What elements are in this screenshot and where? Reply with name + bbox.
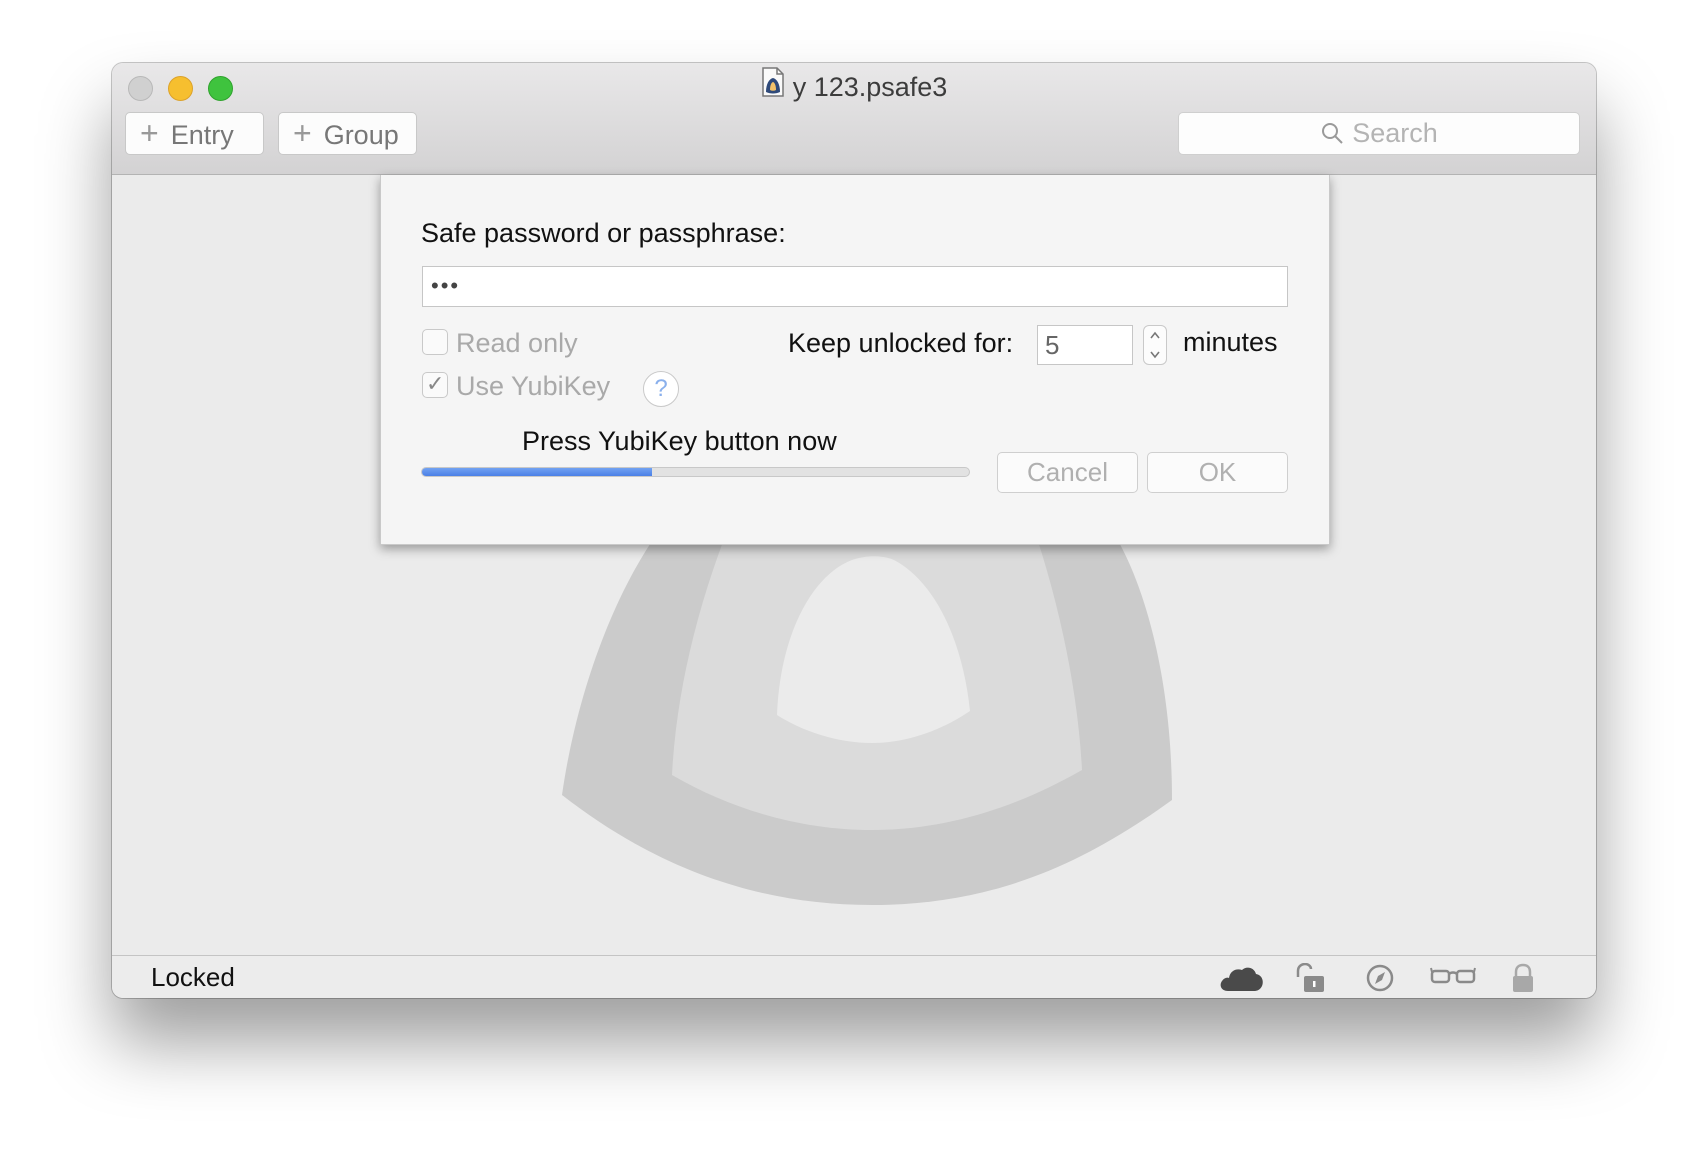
yubikey-progress-bar — [421, 467, 970, 477]
ok-button[interactable]: OK — [1147, 452, 1288, 493]
glasses-icon[interactable] — [1430, 963, 1476, 989]
search-placeholder: Search — [1352, 118, 1438, 148]
add-entry-button[interactable]: + Entry — [125, 112, 264, 155]
checkmark-icon: ✓ — [426, 371, 445, 396]
password-prompt: Safe password or passphrase: — [421, 218, 786, 248]
document-icon — [761, 67, 785, 106]
title-bar[interactable]: y 123.psafe3 + Entry + Group Search — [112, 63, 1596, 175]
app-window: y 123.psafe3 + Entry + Group Search Locked — [112, 63, 1596, 998]
use-yubikey-checkbox[interactable]: ✓ — [422, 371, 448, 398]
use-yubikey-label: Use YubiKey — [456, 371, 611, 401]
window-title-text: y 123.psafe3 — [792, 72, 948, 102]
minutes-stepper[interactable] — [1143, 325, 1167, 365]
compass-icon[interactable] — [1365, 963, 1395, 993]
search-field[interactable]: Search — [1178, 112, 1580, 155]
plus-icon: + — [140, 115, 159, 151]
app-logo-watermark — [562, 495, 1172, 905]
add-group-button[interactable]: + Group — [278, 112, 417, 155]
plus-icon: + — [293, 115, 312, 151]
password-field[interactable]: ••• — [422, 266, 1288, 307]
status-bar: Locked — [112, 955, 1596, 998]
cancel-button[interactable]: Cancel — [997, 452, 1138, 493]
lock-icon[interactable] — [1510, 963, 1536, 993]
stepper-arrows-icon — [1150, 331, 1160, 359]
search-icon — [1322, 122, 1343, 144]
window-title: y 123.psafe3 — [112, 67, 1596, 106]
keep-unlocked-label: Keep unlocked for: — [788, 328, 1014, 358]
cloud-icon[interactable] — [1218, 963, 1264, 993]
progress-fill — [422, 468, 652, 476]
help-button[interactable]: ? — [643, 371, 679, 407]
unlocked-padlock-icon[interactable] — [1292, 963, 1328, 993]
yubikey-progress-label: Press YubiKey button now — [522, 426, 837, 456]
read-only-label: Read only — [456, 328, 578, 358]
read-only-checkbox[interactable] — [422, 329, 448, 355]
keep-unlocked-minutes-field[interactable]: 5 — [1037, 325, 1133, 365]
status-text: Locked — [151, 962, 235, 992]
add-entry-label: Entry — [170, 120, 234, 150]
add-group-label: Group — [323, 120, 399, 150]
unlock-dialog-sheet: Safe password or passphrase: ••• Read on… — [380, 175, 1330, 545]
minutes-label: minutes — [1183, 327, 1278, 357]
